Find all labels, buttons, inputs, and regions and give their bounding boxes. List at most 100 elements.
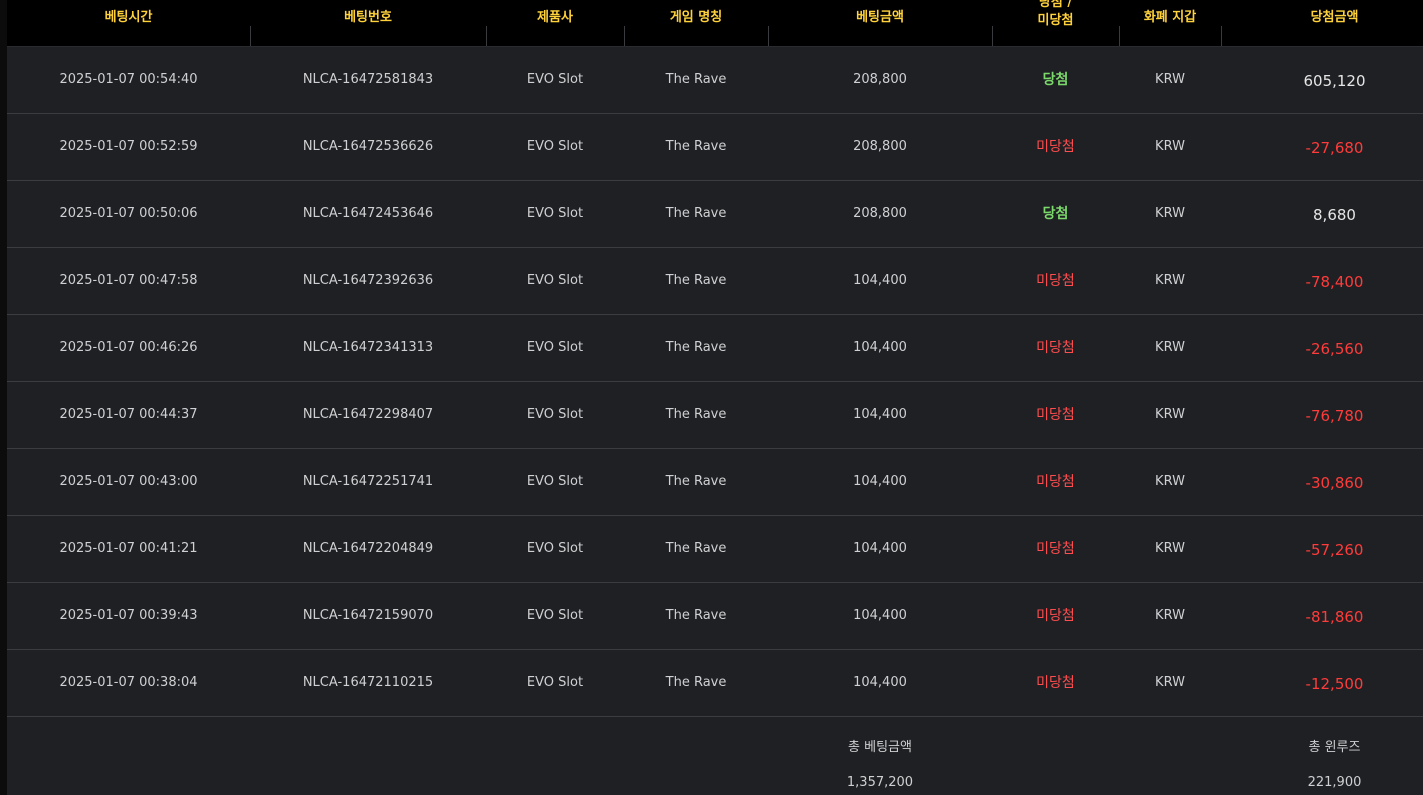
currency-cell: KRW	[1155, 407, 1185, 422]
bet-amount-cell: 104,400	[853, 273, 907, 288]
bet-number-cell: NLCA-16472392636	[302, 273, 434, 288]
left-edge	[0, 0, 7, 795]
game-name-cell: The Rave	[665, 340, 727, 355]
win-amount-cell: -12,500	[1305, 675, 1364, 693]
result-cell: 미당첨	[1036, 407, 1075, 423]
bet-number-cell: NLCA-16472536626	[302, 139, 434, 154]
provider-cell: EVO Slot	[526, 675, 584, 690]
win-amount-cell: -78,400	[1305, 273, 1364, 291]
header-win-amount-label: 당첨금액	[1310, 10, 1359, 25]
game-name-cell: The Rave	[665, 72, 727, 87]
header-bet-number[interactable]: 베팅번호	[250, 0, 486, 46]
table-row[interactable]: 2025-01-07 00:52:59 NLCA-16472536626 EVO S…	[7, 114, 1423, 181]
bet-amount-cell: 104,400	[853, 541, 907, 556]
table-row[interactable]: 2025-01-07 00:43:00 NLCA-16472251741 EVO S…	[7, 449, 1423, 516]
header-result[interactable]: 당첨 / 미당첨	[992, 0, 1119, 46]
bet-number-cell: NLCA-16472581843	[302, 72, 434, 87]
currency-cell: KRW	[1155, 206, 1185, 221]
header-currency[interactable]: 화폐 지갑	[1119, 0, 1221, 46]
win-amount-cell: -76,780	[1305, 407, 1364, 425]
provider-cell: EVO Slot	[526, 407, 584, 422]
provider-cell: EVO Slot	[526, 340, 584, 355]
bet-amount-cell: 104,400	[853, 474, 907, 489]
bet-amount-cell: 208,800	[853, 206, 907, 221]
game-name-cell: The Rave	[665, 206, 727, 221]
header-result-label: 당첨 / 미당첨	[992, 0, 1119, 30]
currency-cell: KRW	[1155, 139, 1185, 154]
table-row[interactable]: 2025-01-07 00:46:26 NLCA-16472341313 EVO S…	[7, 315, 1423, 382]
win-amount-cell: -26,560	[1305, 340, 1364, 358]
provider-cell: EVO Slot	[526, 206, 584, 221]
result-cell: 미당첨	[1036, 474, 1075, 490]
result-cell: 미당첨	[1036, 273, 1075, 289]
provider-cell: EVO Slot	[526, 474, 584, 489]
header-bet-amount-label: 베팅금액	[856, 10, 904, 25]
bet-amount-cell: 208,800	[853, 72, 907, 87]
total-bet-value: 1,357,200	[846, 775, 914, 790]
total-winloss-value: 221,900	[1307, 775, 1362, 790]
total-bet-label: 총 베팅금액	[848, 740, 912, 755]
provider-cell: EVO Slot	[526, 541, 584, 556]
provider-cell: EVO Slot	[526, 139, 584, 154]
bet-number-cell: NLCA-16472159070	[302, 608, 434, 623]
table-row[interactable]: 2025-01-07 00:44:37 NLCA-16472298407 EVO S…	[7, 382, 1423, 449]
provider-cell: EVO Slot	[526, 608, 584, 623]
header-currency-label: 화폐 지갑	[1143, 10, 1197, 25]
game-name-cell: The Rave	[665, 407, 727, 422]
game-name-cell: The Rave	[665, 139, 727, 154]
result-cell: 미당첨	[1036, 675, 1075, 691]
currency-cell: KRW	[1155, 541, 1185, 556]
bet-time-cell: 2025-01-07 00:50:06	[59, 206, 198, 221]
currency-cell: KRW	[1155, 72, 1185, 87]
bet-number-cell: NLCA-16472110215	[302, 675, 434, 690]
table-row[interactable]: 2025-01-07 00:50:06 NLCA-16472453646 EVO S…	[7, 181, 1423, 248]
bet-time-cell: 2025-01-07 00:39:43	[59, 608, 198, 623]
table-row[interactable]: 2025-01-07 00:39:43 NLCA-16472159070 EVO S…	[7, 583, 1423, 650]
currency-cell: KRW	[1155, 340, 1185, 355]
win-amount-cell: 8,680	[1313, 206, 1356, 224]
header-win-amount[interactable]: 당첨금액	[1221, 0, 1423, 46]
result-cell: 미당첨	[1036, 340, 1075, 356]
currency-cell: KRW	[1155, 608, 1185, 623]
header-result-line1: 당첨 /	[1038, 0, 1073, 10]
provider-cell: EVO Slot	[526, 72, 584, 87]
bet-time-cell: 2025-01-07 00:38:04	[59, 675, 198, 690]
game-name-cell: The Rave	[665, 608, 727, 623]
bet-time-cell: 2025-01-07 00:46:26	[59, 340, 198, 355]
bet-amount-cell: 104,400	[853, 340, 907, 355]
win-amount-cell: -57,260	[1305, 541, 1364, 559]
table-row[interactable]: 2025-01-07 00:54:40 NLCA-16472581843 EVO S…	[7, 47, 1423, 114]
game-name-cell: The Rave	[665, 273, 727, 288]
currency-cell: KRW	[1155, 675, 1185, 690]
bet-number-cell: NLCA-16472251741	[302, 474, 434, 489]
bet-amount-cell: 104,400	[853, 608, 907, 623]
game-name-cell: The Rave	[665, 541, 727, 556]
result-cell: 미당첨	[1036, 139, 1075, 155]
bet-number-cell: NLCA-16472341313	[302, 340, 434, 355]
table-header: 베팅시간 베팅번호 제품사 게임 명칭 베팅금액 당첨 / 미당첨 화폐 지갑	[7, 0, 1423, 47]
win-amount-cell: -30,860	[1305, 474, 1364, 492]
win-amount-cell: -81,860	[1305, 608, 1364, 626]
table-row[interactable]: 2025-01-07 00:41:21 NLCA-16472204849 EVO S…	[7, 516, 1423, 583]
win-amount-cell: 605,120	[1303, 72, 1366, 90]
header-bet-number-label: 베팅번호	[344, 10, 392, 25]
bet-number-cell: NLCA-16472204849	[302, 541, 434, 556]
bet-time-cell: 2025-01-07 00:52:59	[59, 139, 198, 154]
bet-amount-cell: 104,400	[853, 407, 907, 422]
table-row[interactable]: 2025-01-07 00:47:58 NLCA-16472392636 EVO S…	[7, 248, 1423, 315]
bet-amount-cell: 104,400	[853, 675, 907, 690]
currency-cell: KRW	[1155, 273, 1185, 288]
header-bet-time[interactable]: 베팅시간	[7, 0, 250, 46]
bet-time-cell: 2025-01-07 00:41:21	[59, 541, 198, 556]
header-game-name-label: 게임 명칭	[669, 10, 723, 25]
table-row[interactable]: 2025-01-07 00:38:04 NLCA-16472110215 EVO S…	[7, 650, 1423, 717]
bet-amount-cell: 208,800	[853, 139, 907, 154]
currency-cell: KRW	[1155, 474, 1185, 489]
header-bet-amount[interactable]: 베팅금액	[768, 0, 992, 46]
bet-history-page: 베팅시간 베팅번호 제품사 게임 명칭 베팅금액 당첨 / 미당첨 화폐 지갑	[0, 0, 1423, 795]
game-name-cell: The Rave	[665, 675, 727, 690]
header-provider[interactable]: 제품사	[486, 0, 624, 46]
header-game-name[interactable]: 게임 명칭	[624, 0, 768, 46]
bet-number-cell: NLCA-16472298407	[302, 407, 434, 422]
win-amount-cell: -27,680	[1305, 139, 1364, 157]
